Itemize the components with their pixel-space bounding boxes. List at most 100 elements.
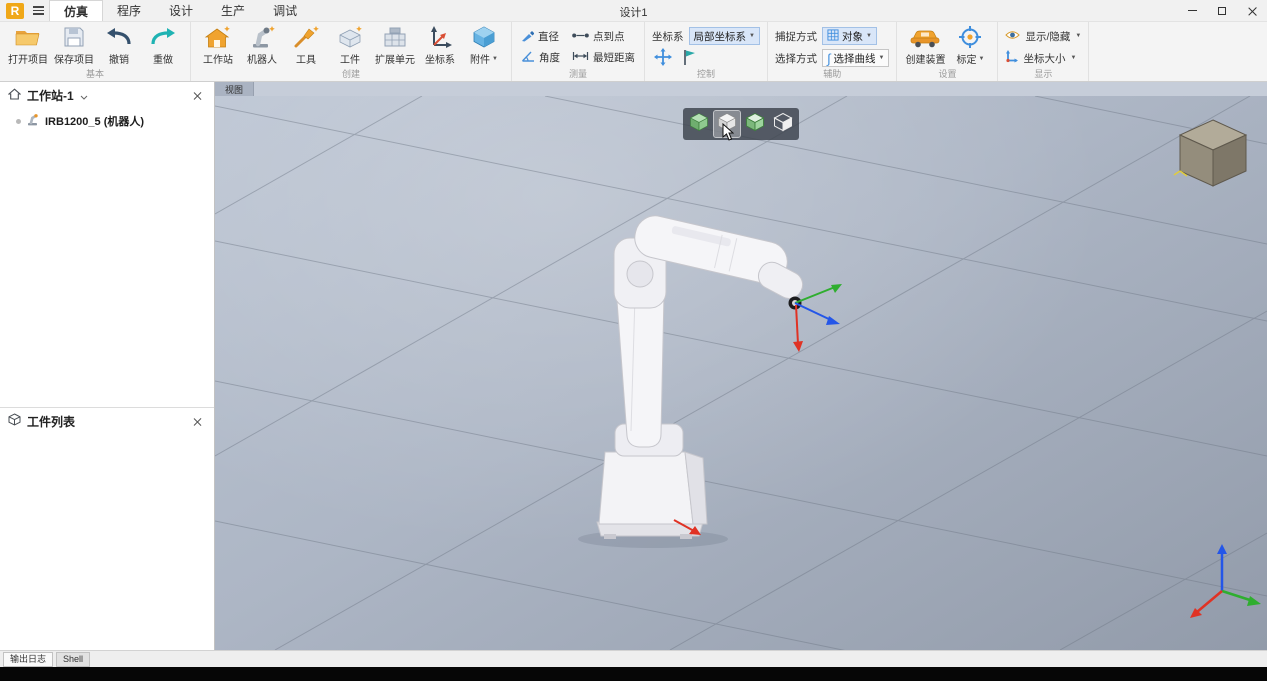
- viewport-canvas[interactable]: [215, 96, 1267, 650]
- shell-tab[interactable]: Shell: [56, 651, 91, 667]
- shaded-view-button[interactable]: [686, 111, 712, 137]
- measure-shortest-distance-button[interactable]: 最短距离: [570, 47, 637, 68]
- ribbon-group-measure: 直径 点到点 角度 最短距离 测量: [512, 22, 645, 81]
- menu-tab-debug[interactable]: 调试: [259, 0, 311, 21]
- curve-icon: ∫: [826, 50, 831, 66]
- tree-item-robot-label: IRB1200_5 (机器人): [45, 116, 145, 128]
- calibrate-button[interactable]: 标定 ▼: [948, 23, 992, 68]
- create-frame-button[interactable]: 坐标系: [418, 23, 462, 68]
- grid-icon: [827, 28, 839, 44]
- create-workstation-button[interactable]: 工作站: [196, 23, 240, 68]
- undo-button[interactable]: 撤销: [97, 23, 141, 68]
- vehicle-icon: [909, 25, 941, 49]
- chevron-down-icon[interactable]: ▼: [492, 56, 498, 62]
- distance-icon: [572, 51, 589, 64]
- select-mode-dropdown[interactable]: ∫ 选择曲线 ▼: [821, 49, 890, 67]
- menu-tab-production[interactable]: 生产: [207, 0, 259, 21]
- create-extension-unit-button[interactable]: 扩展单元: [372, 23, 418, 68]
- robot-model[interactable]: [578, 212, 807, 548]
- output-log-tab[interactable]: 输出日志: [3, 651, 54, 667]
- mouse-cursor: [722, 122, 735, 146]
- ribbon-group-display: 显示/隐藏 ▼ 坐标大小 ▼ 显示: [998, 22, 1090, 81]
- left-sidebar: 工作站-1 IRB1200_5 (机器人) 工件列表: [0, 82, 215, 650]
- maximize-icon: [1218, 6, 1226, 15]
- home-icon: [7, 87, 22, 105]
- ribbon-group-control-label: 控制: [696, 69, 715, 79]
- ribbon-group-setup: 创建装置 标定 ▼ 设置: [897, 22, 999, 81]
- axis-size-button[interactable]: 坐标大小 ▼: [1005, 49, 1081, 67]
- chevron-down-icon: ▼: [749, 33, 755, 39]
- robot-small-icon: [26, 113, 40, 129]
- jog-tool-button[interactable]: [679, 49, 701, 67]
- ribbon-group-control: 坐标系 局部坐标系 ▼ 控制: [645, 22, 768, 81]
- target-icon: [957, 25, 983, 49]
- minimize-button[interactable]: [1177, 0, 1207, 21]
- flag-icon: [682, 48, 698, 69]
- ribbon-group-assist: 捕捉方式 对象 ▼ 选择方式 ∫ 选择曲线 ▼ 辅助: [768, 22, 898, 81]
- ribbon-group-display-label: 显示: [1034, 69, 1053, 79]
- measure-diameter-button[interactable]: 直径: [519, 26, 562, 47]
- redo-arrow-icon: [150, 25, 176, 49]
- close-icon: [1248, 6, 1257, 15]
- create-device-button[interactable]: 创建装置: [902, 23, 948, 68]
- chevron-down-icon[interactable]: [80, 87, 88, 105]
- eye-icon: [1005, 30, 1021, 43]
- select-mode-label: 选择方式: [774, 52, 817, 65]
- ribbon-group-create-label: 创建: [341, 69, 360, 79]
- bottom-black-bar: [0, 667, 1267, 681]
- create-attachment-button[interactable]: 附件 ▼: [462, 23, 506, 68]
- folder-open-icon: [14, 25, 42, 49]
- viewport-tabbar: 视图: [215, 82, 1267, 96]
- pencil-icon: [521, 29, 535, 45]
- snap-mode-dropdown[interactable]: 对象 ▼: [821, 27, 877, 45]
- minimize-icon: [1187, 10, 1197, 11]
- create-tool-button[interactable]: 工具: [284, 23, 328, 68]
- menu-tab-program[interactable]: 程序: [103, 0, 155, 21]
- tree-item-robot[interactable]: IRB1200_5 (机器人): [0, 109, 214, 133]
- hidden-line-view-button[interactable]: [770, 111, 796, 137]
- chevron-down-icon: ▼: [865, 33, 872, 39]
- create-robot-button[interactable]: 机器人: [240, 23, 284, 68]
- angle-icon: [521, 50, 535, 65]
- menu-tab-simulation[interactable]: 仿真: [49, 0, 104, 21]
- axis-size-icon: [1005, 50, 1019, 66]
- undo-arrow-icon: [106, 25, 132, 49]
- menu-tab-design[interactable]: 设计: [155, 0, 207, 21]
- chevron-down-icon: ▼: [878, 55, 885, 61]
- workstation-panel-close-button[interactable]: [190, 88, 206, 104]
- view-cube[interactable]: [1173, 119, 1248, 187]
- show-hide-button[interactable]: 显示/隐藏 ▼: [1005, 27, 1081, 45]
- local-frame-dropdown[interactable]: 局部坐标系 ▼: [688, 27, 760, 45]
- redo-button[interactable]: 重做: [141, 23, 185, 68]
- create-part-button[interactable]: 工件: [328, 23, 372, 68]
- parts-list-panel-close-button[interactable]: [190, 414, 206, 430]
- close-button[interactable]: [1237, 0, 1267, 21]
- statusbar: 输出日志 Shell: [0, 650, 1267, 667]
- move-tool-button[interactable]: [652, 47, 674, 67]
- viewport-tab-view[interactable]: 视图: [215, 82, 255, 96]
- green-cube-edges-icon: [745, 112, 765, 137]
- ribbon-group-basic-label: 基本: [85, 69, 104, 79]
- part-block-icon: [336, 25, 364, 49]
- main-area: 工作站-1 IRB1200_5 (机器人) 工件列表 视图: [0, 82, 1267, 650]
- measure-angle-button[interactable]: 角度: [519, 47, 562, 68]
- tree-bullet-icon: [16, 118, 21, 124]
- chevron-down-icon: ▼: [1075, 33, 1082, 39]
- display-mode-toolbar: [683, 108, 799, 140]
- parts-list-panel: 工件列表: [0, 408, 214, 650]
- open-project-button[interactable]: 打开项目: [5, 23, 51, 68]
- coordinate-frame-icon: [427, 25, 453, 49]
- ribbon-group-setup-label: 设置: [938, 69, 957, 79]
- maximize-button[interactable]: [1207, 0, 1237, 21]
- chevron-down-icon[interactable]: ▼: [978, 56, 984, 62]
- save-project-button[interactable]: 保存项目: [51, 23, 97, 68]
- ribbon-group-measure-label: 测量: [568, 69, 587, 79]
- shaded-edges-view-button[interactable]: [742, 111, 768, 137]
- ribbon-group-basic: 打开项目 保存项目 撤销 重做 基本: [0, 22, 191, 81]
- floppy-disk-icon: [62, 25, 86, 49]
- app-window: R 仿真 程序 设计 生产 调试 设计1 打开项目 保存项目 撤销 重做 基本 …: [0, 0, 1267, 681]
- measure-point-to-point-button[interactable]: 点到点: [570, 26, 637, 47]
- workstation-panel: 工作站-1 IRB1200_5 (机器人): [0, 82, 214, 408]
- window-controls: [1177, 0, 1267, 21]
- house-icon: [204, 25, 232, 49]
